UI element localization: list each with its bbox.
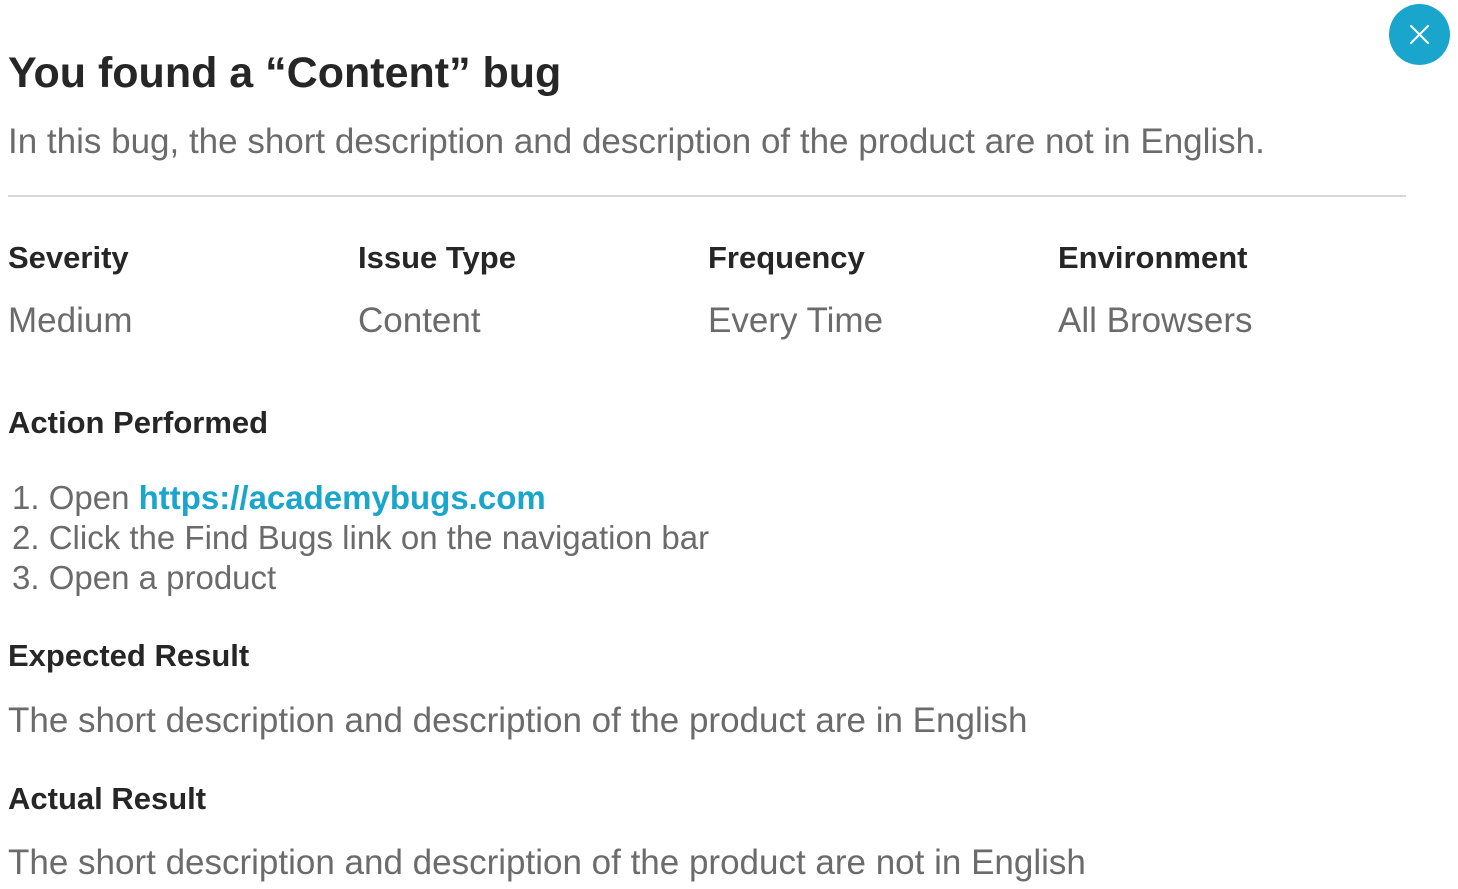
- close-button[interactable]: [1389, 4, 1450, 65]
- academybugs-link[interactable]: https://academybugs.com: [139, 479, 546, 516]
- bug-details-modal: You found a “Content” bug In this bug, t…: [0, 0, 1458, 889]
- step-number: 1.: [12, 479, 40, 516]
- frequency-field: Frequency Every Time: [708, 238, 1048, 341]
- action-performed-heading: Action Performed: [8, 405, 269, 440]
- issue-type-value: Content: [358, 301, 481, 340]
- list-item: 1. Open https://academybugs.com: [12, 478, 709, 518]
- issue-type-label: Issue Type: [358, 240, 516, 275]
- expected-result-text: The short description and description of…: [8, 701, 1028, 740]
- list-item: 3. Open a product: [12, 558, 709, 598]
- severity-field: Severity Medium: [8, 238, 348, 341]
- step-number: 2.: [12, 519, 40, 556]
- frequency-value: Every Time: [708, 301, 884, 340]
- environment-label: Environment: [1058, 240, 1248, 275]
- step-text: Open a product: [48, 559, 277, 596]
- step-number: 3.: [12, 559, 40, 596]
- step-text: Click the Find Bugs link on the navigati…: [48, 519, 710, 556]
- issue-type-field: Issue Type Content: [358, 238, 698, 341]
- expected-result-heading: Expected Result: [8, 638, 250, 673]
- environment-field: Environment All Browsers: [1058, 238, 1398, 341]
- modal-subtitle: In this bug, the short description and d…: [8, 122, 1265, 161]
- divider: [8, 195, 1406, 197]
- severity-value: Medium: [8, 301, 133, 340]
- actual-result-text: The short description and description of…: [8, 843, 1086, 882]
- modal-title: You found a “Content” bug: [8, 49, 562, 97]
- close-icon: [1410, 25, 1429, 44]
- step-text: Open: [48, 479, 130, 516]
- actual-result-heading: Actual Result: [8, 781, 207, 816]
- steps-list: 1. Open https://academybugs.com 2. Click…: [12, 478, 709, 598]
- severity-label: Severity: [8, 240, 129, 275]
- list-item: 2. Click the Find Bugs link on the navig…: [12, 518, 709, 558]
- frequency-label: Frequency: [708, 240, 865, 275]
- environment-value: All Browsers: [1058, 301, 1253, 340]
